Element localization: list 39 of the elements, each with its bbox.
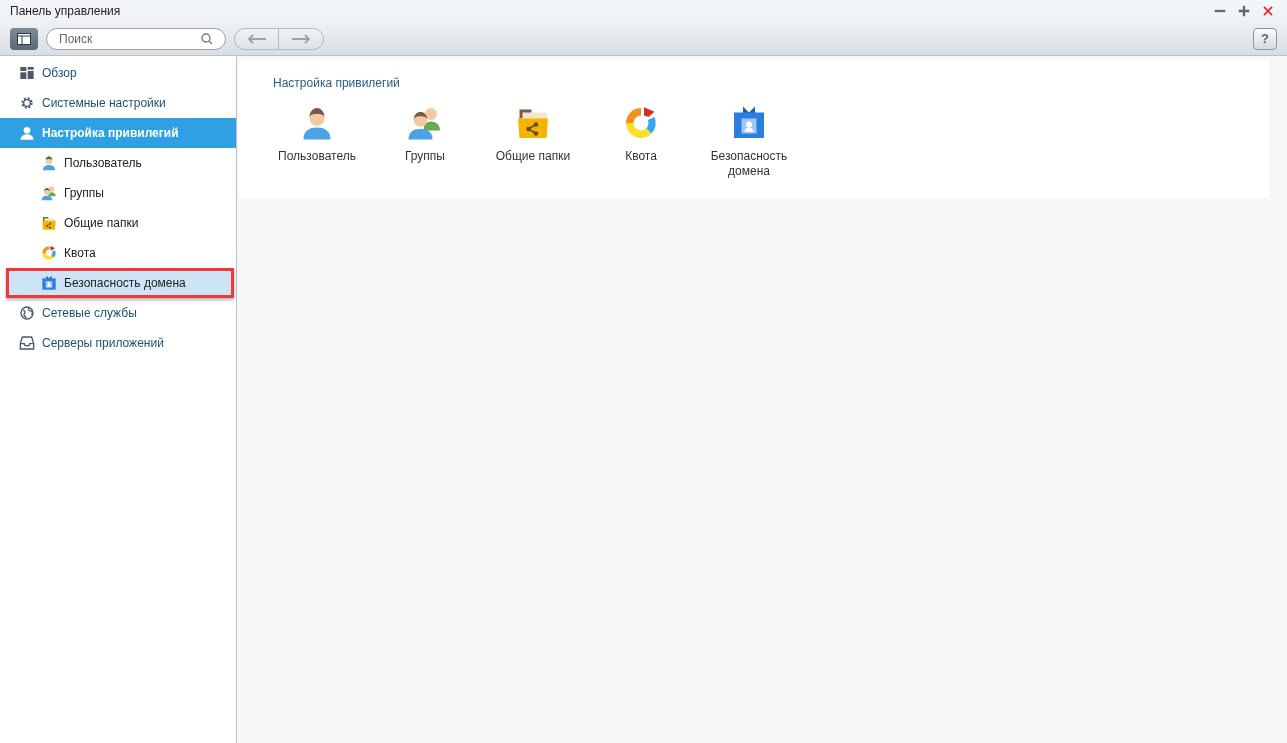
users-icon (407, 105, 443, 141)
app-tile[interactable]: Квота (593, 105, 689, 179)
donut-chart-icon (41, 245, 57, 261)
app-tile[interactable]: Группы (377, 105, 473, 179)
window-title: Панель управления (10, 3, 121, 20)
search-icon (201, 32, 213, 45)
settings-icon (19, 95, 35, 111)
donut-chart-icon (623, 105, 659, 141)
maximize-button[interactable] (1237, 4, 1251, 18)
sidebar-item[interactable]: Пользователь (0, 148, 236, 178)
inbox-tray-icon (19, 335, 35, 351)
sidebar-item[interactable]: Квота (0, 238, 236, 268)
sidebar-item[interactable]: Системные настройки (0, 88, 236, 118)
sidebar-item[interactable]: Безопасность домена (6, 268, 234, 298)
user-icon (41, 155, 57, 171)
right-arrow-icon (291, 33, 311, 44)
person-icon (19, 125, 35, 141)
sidebar-item[interactable]: Обзор (0, 58, 236, 88)
sidebar-item[interactable]: Серверы приложений (0, 328, 236, 358)
sidebar-toggle-button[interactable] (10, 27, 38, 50)
left-arrow-icon (246, 33, 267, 44)
users-icon (41, 185, 57, 201)
search-field[interactable]: Поиск (46, 27, 226, 50)
panel-layout-icon (17, 32, 31, 45)
close-button[interactable] (1261, 4, 1275, 18)
shared-folder-icon (41, 215, 57, 231)
sidebar-item[interactable]: Общие папки (0, 208, 236, 238)
sidebar-item[interactable]: Сетевые службы (0, 298, 236, 328)
app-tile[interactable]: Безопасность домена (701, 105, 797, 179)
id-badge-icon (731, 105, 767, 141)
search-input[interactable]: Поиск (59, 29, 201, 48)
app-tile[interactable]: Общие папки (485, 105, 581, 179)
id-badge-icon (41, 275, 57, 291)
globe-icon (19, 305, 35, 321)
grid-icon (19, 65, 35, 81)
help-button[interactable]: ? (1253, 27, 1277, 50)
sidebar-item[interactable]: Группы (0, 178, 236, 208)
app-tile[interactable]: Пользователь (269, 105, 365, 179)
section-title: Настройка привилегий (273, 75, 401, 92)
